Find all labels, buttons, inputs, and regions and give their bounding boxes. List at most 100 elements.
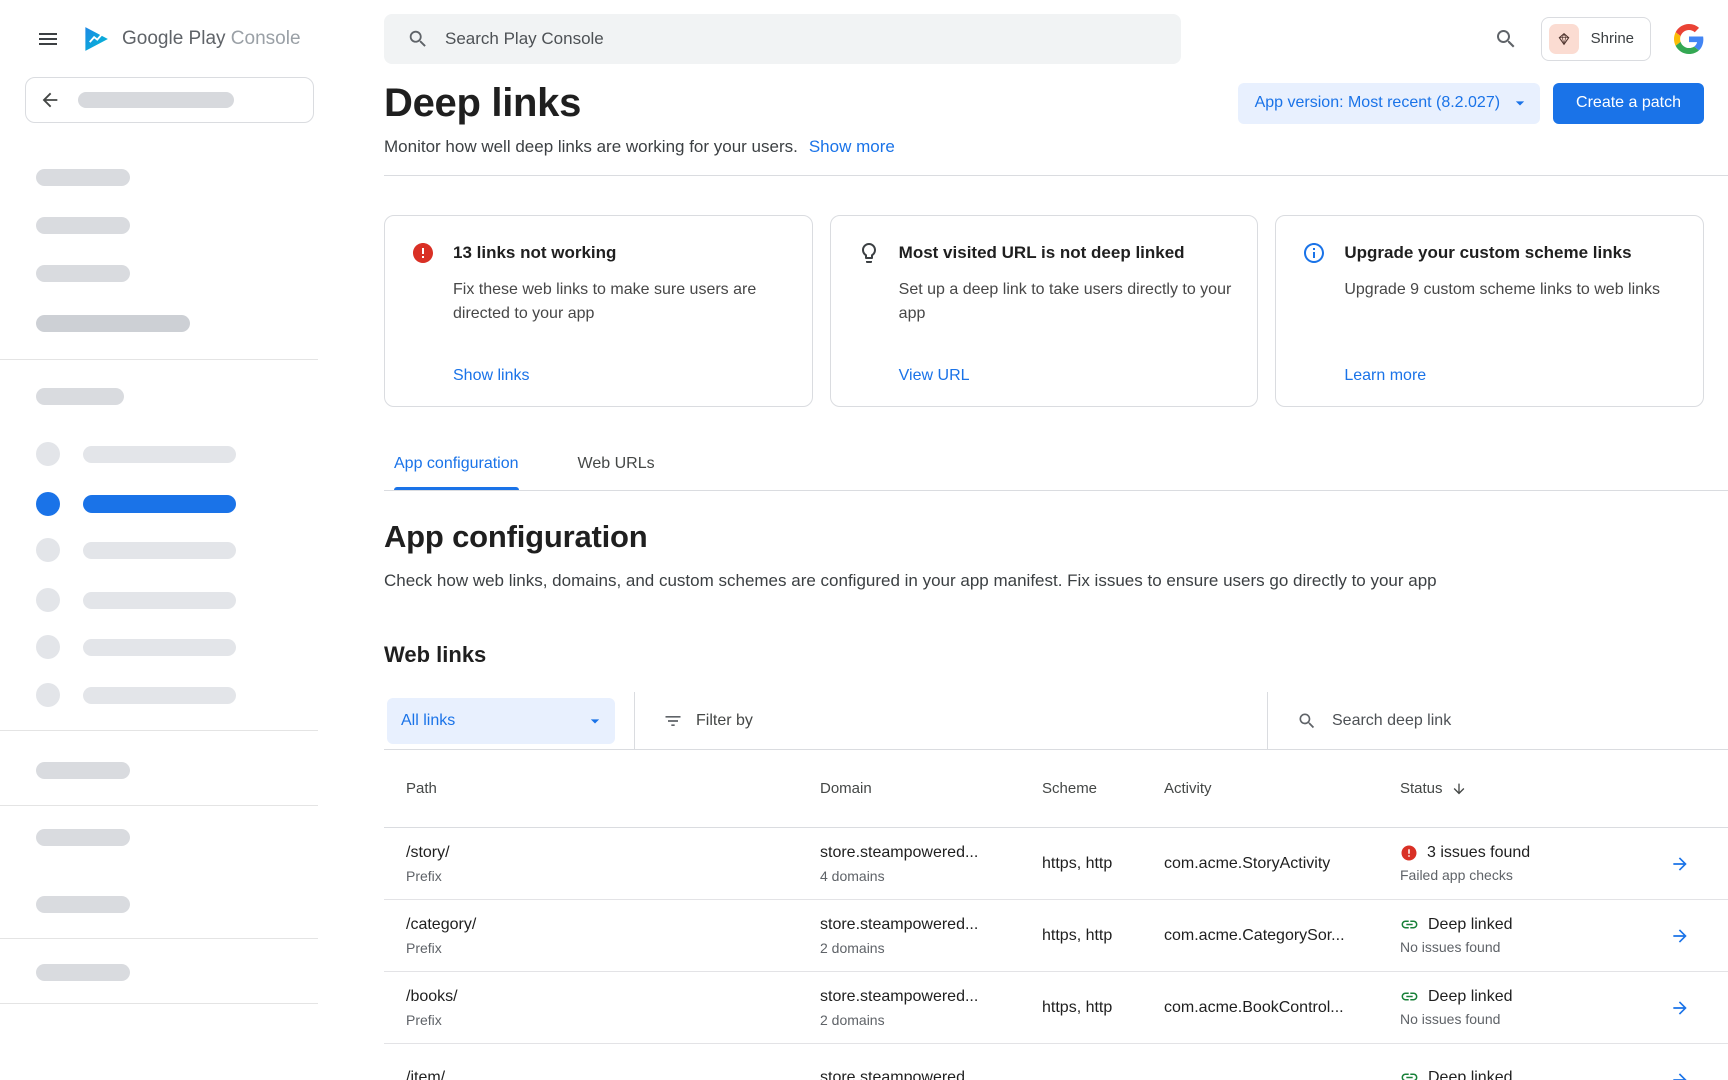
table-row[interactable]: /books/ Prefix store.steampowered... 2 d… xyxy=(384,972,1728,1044)
filter-by-button[interactable]: Filter by xyxy=(663,711,753,731)
nav-item-icon-placeholder xyxy=(36,588,60,612)
section-description: Check how web links, domains, and custom… xyxy=(384,569,1728,593)
lightbulb-icon xyxy=(857,241,881,265)
card-most-visited-url: Most visited URL is not deep linked Set … xyxy=(830,215,1259,407)
sidebar-divider xyxy=(0,359,318,360)
tab-app-configuration[interactable]: App configuration xyxy=(394,455,519,490)
menu-icon[interactable] xyxy=(36,27,60,51)
sidebar-nav-item[interactable] xyxy=(36,683,318,707)
toolbar-separator xyxy=(634,692,635,749)
scheme-cell: https, http xyxy=(1042,927,1164,945)
row-detail-button[interactable] xyxy=(1666,926,1690,946)
play-logo-icon xyxy=(81,24,111,54)
app-version-label: App version: Most recent (8.2.027) xyxy=(1255,94,1500,112)
status-text: Deep linked xyxy=(1428,988,1513,1006)
sidebar-skeleton-bar xyxy=(78,92,234,108)
status-text: Deep linked xyxy=(1428,1069,1513,1080)
sidebar-nav-item[interactable] xyxy=(36,442,318,466)
status-text: 3 issues found xyxy=(1427,844,1530,862)
path-cell: /books/ Prefix xyxy=(406,987,820,1029)
tab-web-urls[interactable]: Web URLs xyxy=(578,455,655,490)
sidebar-header: Google Play Console xyxy=(0,0,318,77)
sidebar-skeleton-bar xyxy=(36,265,130,282)
table-row[interactable]: /item/ store.steampowered... xyxy=(384,1044,1728,1080)
arrow-forward-icon xyxy=(1670,854,1690,874)
link-icon xyxy=(1400,915,1419,934)
back-navigation[interactable] xyxy=(25,77,314,123)
arrow-forward-icon xyxy=(1670,1070,1690,1080)
sidebar-skeleton-bar xyxy=(36,964,130,981)
card-links-not-working: 13 links not working Fix these web links… xyxy=(384,215,813,407)
tab-bar: App configuration Web URLs xyxy=(384,455,1728,491)
caret-down-icon xyxy=(1510,93,1530,113)
column-header-domain: Domain xyxy=(820,780,1042,797)
nav-item-icon-placeholder xyxy=(36,442,60,466)
page-title: Deep links xyxy=(384,79,581,127)
sidebar: Google Play Console xyxy=(0,0,318,1080)
show-links-link[interactable]: Show links xyxy=(453,367,786,385)
console-search-bar[interactable] xyxy=(384,14,1181,64)
status-cell: Deep linked xyxy=(1400,1068,1666,1080)
activity-cell: com.acme.CategorySor... xyxy=(1164,927,1400,945)
nav-item-icon-placeholder xyxy=(36,538,60,562)
create-patch-button[interactable]: Create a patch xyxy=(1553,83,1704,124)
sidebar-skeleton-bar xyxy=(36,315,190,332)
web-links-toolbar: All links Filter by xyxy=(384,692,1728,750)
divider xyxy=(384,175,1728,176)
search-icon[interactable] xyxy=(1494,27,1518,51)
app-selector-label: Shrine xyxy=(1591,30,1634,47)
top-bar: Shrine xyxy=(384,0,1728,77)
status-subtext: Failed app checks xyxy=(1400,866,1666,884)
app-selector[interactable]: Shrine xyxy=(1541,17,1651,61)
sort-descending-icon xyxy=(1451,781,1467,797)
show-more-link[interactable]: Show more xyxy=(809,135,895,159)
toolbar-separator xyxy=(1267,692,1268,749)
sidebar-skeleton-bar xyxy=(36,829,130,846)
table-row[interactable]: /story/ Prefix store.steampowered... 4 d… xyxy=(384,828,1728,900)
nav-item-icon-placeholder xyxy=(36,492,60,516)
status-cell: Deep linked No issues found xyxy=(1400,915,1666,956)
card-upgrade-scheme-links: Upgrade your custom scheme links Upgrade… xyxy=(1275,215,1704,407)
link-icon xyxy=(1400,987,1419,1006)
domain-cell: store.steampowered... xyxy=(820,1068,1042,1080)
page-header: Deep links App version: Most recent (8.2… xyxy=(384,79,1728,127)
sidebar-divider xyxy=(0,1003,318,1004)
row-detail-button[interactable] xyxy=(1666,854,1690,874)
row-detail-button[interactable] xyxy=(1666,1070,1690,1080)
domain-cell: store.steampowered... 2 domains xyxy=(820,915,1042,957)
view-url-link[interactable]: View URL xyxy=(899,367,1232,385)
deep-link-search-input[interactable] xyxy=(1332,712,1704,730)
sidebar-nav-item[interactable] xyxy=(36,635,318,659)
error-icon xyxy=(411,241,435,265)
path-cell: /category/ Prefix xyxy=(406,915,820,957)
deep-link-search[interactable] xyxy=(1297,711,1704,731)
row-detail-button[interactable] xyxy=(1666,998,1690,1018)
table-header: Path Domain Scheme Activity Status xyxy=(384,750,1728,828)
scheme-cell: https, http xyxy=(1042,999,1164,1017)
table-row[interactable]: /category/ Prefix store.steampowered... … xyxy=(384,900,1728,972)
links-filter-dropdown[interactable]: All links xyxy=(387,698,615,744)
column-header-path: Path xyxy=(406,780,820,797)
app-version-selector[interactable]: App version: Most recent (8.2.027) xyxy=(1238,83,1540,124)
console-search-input[interactable] xyxy=(445,29,1161,49)
column-header-scheme: Scheme xyxy=(1042,780,1164,797)
sidebar-divider xyxy=(0,938,318,939)
sidebar-nav-item-active[interactable] xyxy=(36,492,318,516)
learn-more-link[interactable]: Learn more xyxy=(1344,367,1677,385)
sidebar-skeleton-bar xyxy=(36,762,130,779)
arrow-forward-icon xyxy=(1670,998,1690,1018)
sidebar-nav-item[interactable] xyxy=(36,588,318,612)
activity-cell: com.acme.BookControl... xyxy=(1164,999,1400,1017)
top-bar-actions: Shrine xyxy=(1494,17,1704,61)
google-logo-icon[interactable] xyxy=(1674,24,1704,54)
section-heading: App configuration xyxy=(384,517,1728,557)
card-body: Set up a deep link to take users directl… xyxy=(899,278,1232,326)
sidebar-skeleton-bar xyxy=(36,169,130,186)
sidebar-nav-item[interactable] xyxy=(36,538,318,562)
filter-by-label: Filter by xyxy=(696,712,753,730)
nav-item-icon-placeholder xyxy=(36,683,60,707)
caret-down-icon xyxy=(585,711,605,731)
status-subtext: No issues found xyxy=(1400,938,1666,956)
column-header-status[interactable]: Status xyxy=(1400,780,1666,797)
card-title: Most visited URL is not deep linked xyxy=(899,243,1185,263)
